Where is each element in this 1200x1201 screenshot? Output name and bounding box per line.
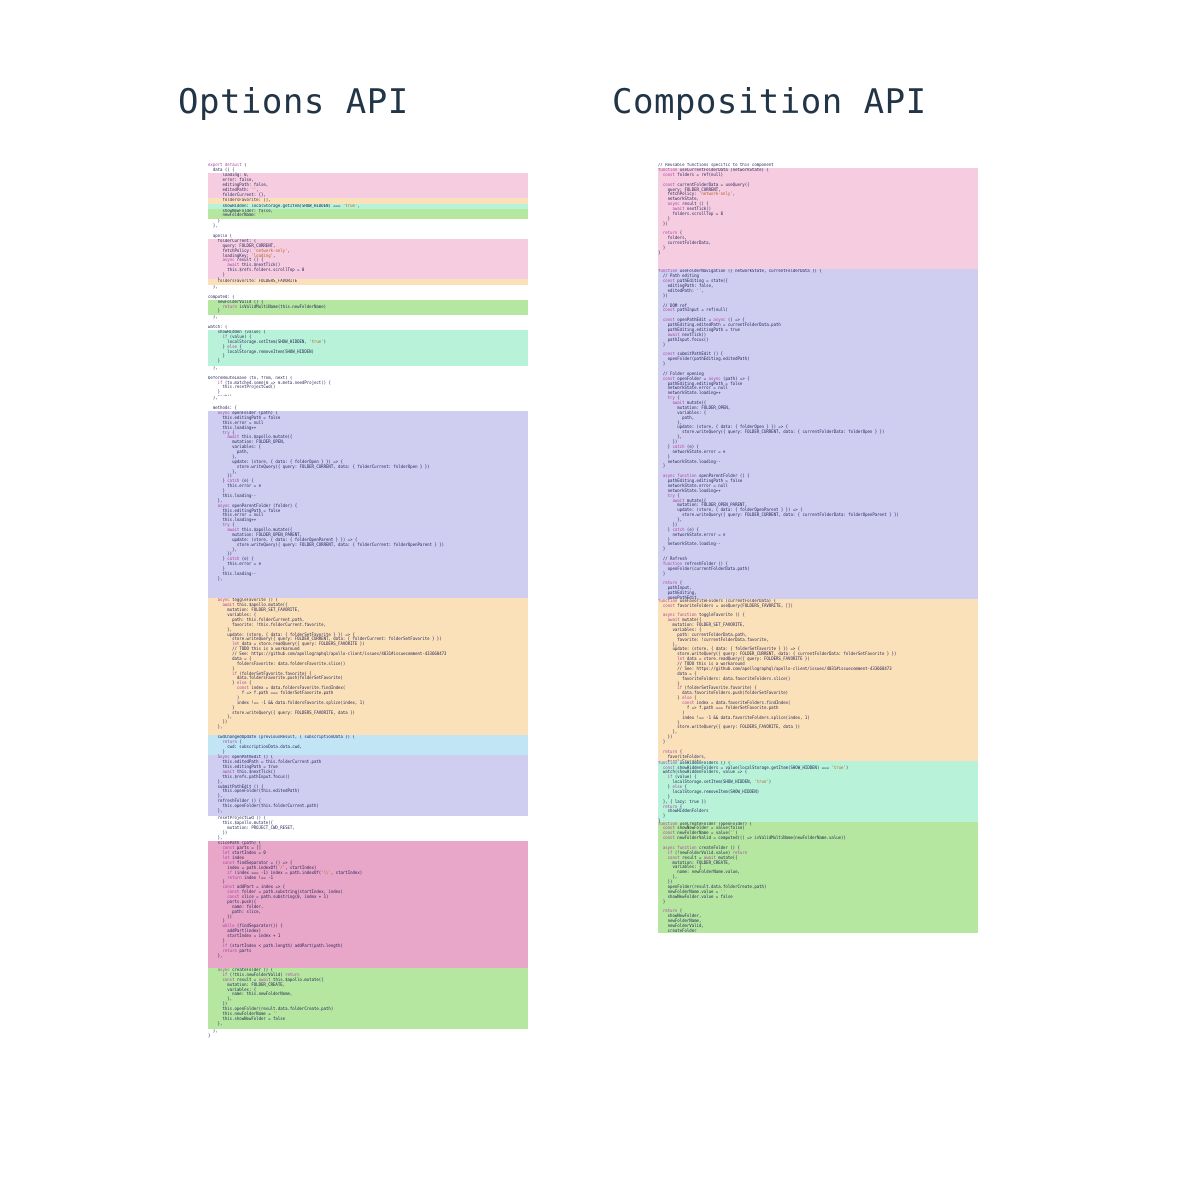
code-block-orange: function useFavoriteFolders (currentFold… (658, 599, 978, 761)
options-api-heading: Options API (178, 82, 409, 122)
code-block-neutral: export default { data () { return { (208, 163, 528, 173)
composition-api-heading: Composition API (612, 82, 927, 122)
code-block-orange: async toggleFavorite () { await this.$ap… (208, 598, 528, 735)
code-block-green: showNewFolder: false, newFolderName: '' (208, 209, 528, 219)
code-block-pink: loading: 0, error: false, editingPath: f… (208, 173, 528, 198)
code-block-violet: async openPathEdit () { this.editedPath … (208, 755, 528, 816)
code-block-neutral: }, methods: { (208, 396, 528, 411)
code-block-green: function useCreateFolder (openFolder) { … (658, 822, 978, 933)
code-block-neutral: }, } (208, 1029, 528, 1039)
code-block-neutral: }, (208, 285, 528, 295)
code-block-mint: function useHiddenFolders () { const sho… (658, 761, 978, 822)
code-block-violet: async openFolder (path) { this.editingPa… (208, 411, 528, 598)
options-api-column: export default { data () { return { load… (208, 163, 528, 1039)
code-block-neutral: beforeRouteLeave (to, from, next) { if (… (208, 376, 528, 396)
code-block-green: async createFolder () { if (!this.newFol… (208, 968, 528, 1029)
code-block-violet: function useFolderNavigation ({ networkS… (658, 269, 978, 598)
code-block-pink: function useCurrentFolderData (networkSt… (658, 168, 978, 269)
composition-api-column: // Reusable functions specific to this c… (658, 163, 978, 933)
code-block-magenta: slicePath (path) { const parts = [] let … (208, 841, 528, 968)
code-block-neutral: }, (208, 315, 528, 325)
code-block-blue: cwdChangedUpdate (previousResult, { subs… (208, 735, 528, 755)
code-block-neutral: resetProjectCwd () { this.$apollo.mutate… (208, 816, 528, 841)
code-block-neutral: }, (208, 366, 528, 376)
code-block-neutral: } }, (208, 219, 528, 234)
code-block-mint: showHidden (value) { if (value) { localS… (208, 330, 528, 365)
code-block-pink: folderCurrent: { query: FOLDER_CURRENT, … (208, 239, 528, 280)
code-block-green: newFolderValid () { return isValidMultiN… (208, 300, 528, 315)
